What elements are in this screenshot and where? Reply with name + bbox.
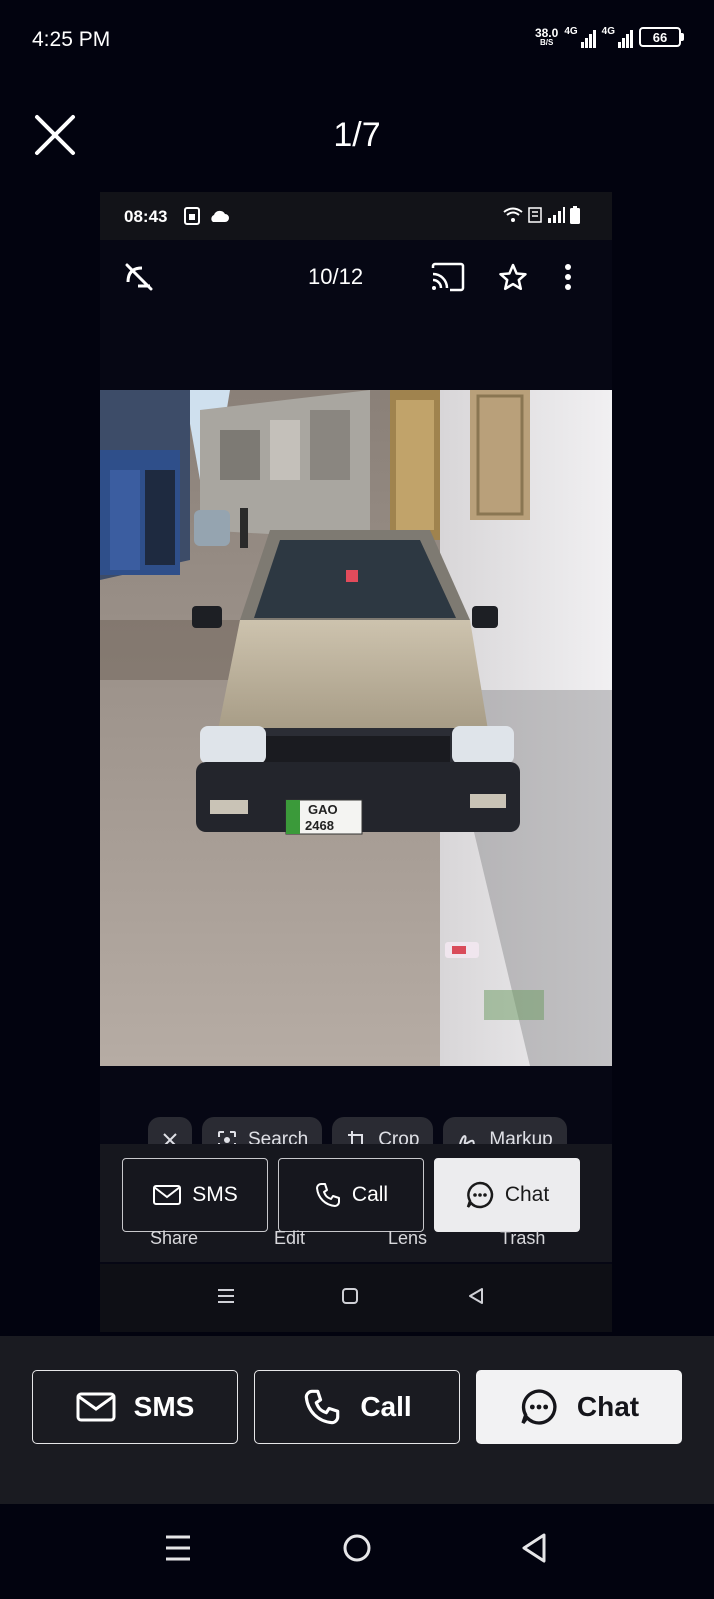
share-label[interactable]: Share [150, 1228, 198, 1249]
cast-icon[interactable] [430, 262, 466, 292]
embedded-nav-bar [100, 1264, 612, 1332]
network-speed-unit: B/S [539, 38, 554, 47]
chat-icon [466, 1181, 493, 1209]
battery-level: 66 [639, 27, 681, 47]
battery-icon: 66 [639, 27, 684, 47]
status-indicators: 38.0 B/S 4G 4G 66 [535, 26, 684, 48]
embedded-status-bar: 08:43 [100, 192, 612, 240]
call-label: Call [360, 1391, 412, 1422]
embedded-call-label: Call [351, 1183, 389, 1206]
embedded-sms-button[interactable]: SMS [122, 1158, 268, 1232]
no-sync-icon[interactable] [122, 260, 156, 294]
chat-icon [521, 1389, 557, 1425]
system-nav-bar [0, 1504, 714, 1599]
embedded-sms-label: SMS [192, 1183, 238, 1206]
trash-label[interactable]: Trash [500, 1228, 545, 1249]
sim-icon [184, 207, 200, 225]
signal-sim1-icon: 4G [564, 26, 596, 48]
home-icon[interactable] [342, 1532, 372, 1564]
embedded-status-time: 08:43 [124, 207, 168, 226]
embedded-call-button[interactable]: Call [278, 1158, 424, 1232]
image-counter: 1/7 [333, 116, 381, 154]
edit-label[interactable]: Edit [274, 1228, 305, 1249]
star-icon[interactable] [498, 262, 528, 292]
sms-label: SMS [133, 1391, 195, 1422]
back-icon[interactable] [520, 1532, 548, 1564]
cloud-icon [211, 210, 229, 222]
mail-icon [153, 1185, 182, 1205]
chat-label: Chat [576, 1391, 640, 1422]
sim2-label: 4G [601, 26, 615, 37]
sms-button[interactable]: SMS [32, 1370, 238, 1444]
network-speed: 38.0 B/S [535, 27, 558, 47]
status-bar: 4:25 PM 38.0 B/S 4G 4G 66 [0, 0, 714, 80]
mail-icon [76, 1392, 116, 1422]
menu-icon[interactable] [216, 1286, 236, 1306]
phone-icon [305, 1389, 340, 1425]
embedded-chat-button[interactable]: Chat [434, 1158, 580, 1232]
plate-line1: GAO [308, 802, 338, 817]
back-icon[interactable] [466, 1286, 486, 1306]
embedded-action-bar: SMS Call Chat Share Edit Lens Trash [100, 1144, 612, 1262]
battery-small-icon [570, 206, 580, 224]
signal-sim2-icon: 4G [602, 26, 633, 48]
car-photo: GAO 2468 [100, 390, 612, 1066]
sim1-label: 4G [564, 26, 578, 37]
more-vert-icon[interactable] [562, 262, 574, 292]
call-button[interactable]: Call [254, 1370, 460, 1444]
lens-label[interactable]: Lens [388, 1228, 427, 1249]
chat-button[interactable]: Chat [476, 1370, 682, 1444]
embedded-viewer-header: 10/12 [100, 240, 612, 322]
embedded-chat-label: Chat [504, 1183, 550, 1206]
embedded-status-icons [182, 206, 230, 226]
embedded-screenshot[interactable]: 08:43 10/12 GAO 2468 Search Crop Markup … [100, 192, 612, 1332]
home-icon[interactable] [340, 1286, 360, 1306]
recents-menu-icon[interactable] [164, 1532, 192, 1564]
phone-icon [315, 1183, 340, 1207]
plate-line2: 2468 [305, 818, 334, 833]
volte-icon [528, 207, 542, 223]
embedded-counter: 10/12 [308, 264, 364, 289]
wifi-icon [503, 207, 523, 222]
contact-action-bar: SMS Call Chat [0, 1336, 714, 1504]
embedded-status-right [503, 206, 580, 224]
signal-icon [548, 207, 565, 223]
status-time: 4:25 PM [32, 28, 111, 51]
